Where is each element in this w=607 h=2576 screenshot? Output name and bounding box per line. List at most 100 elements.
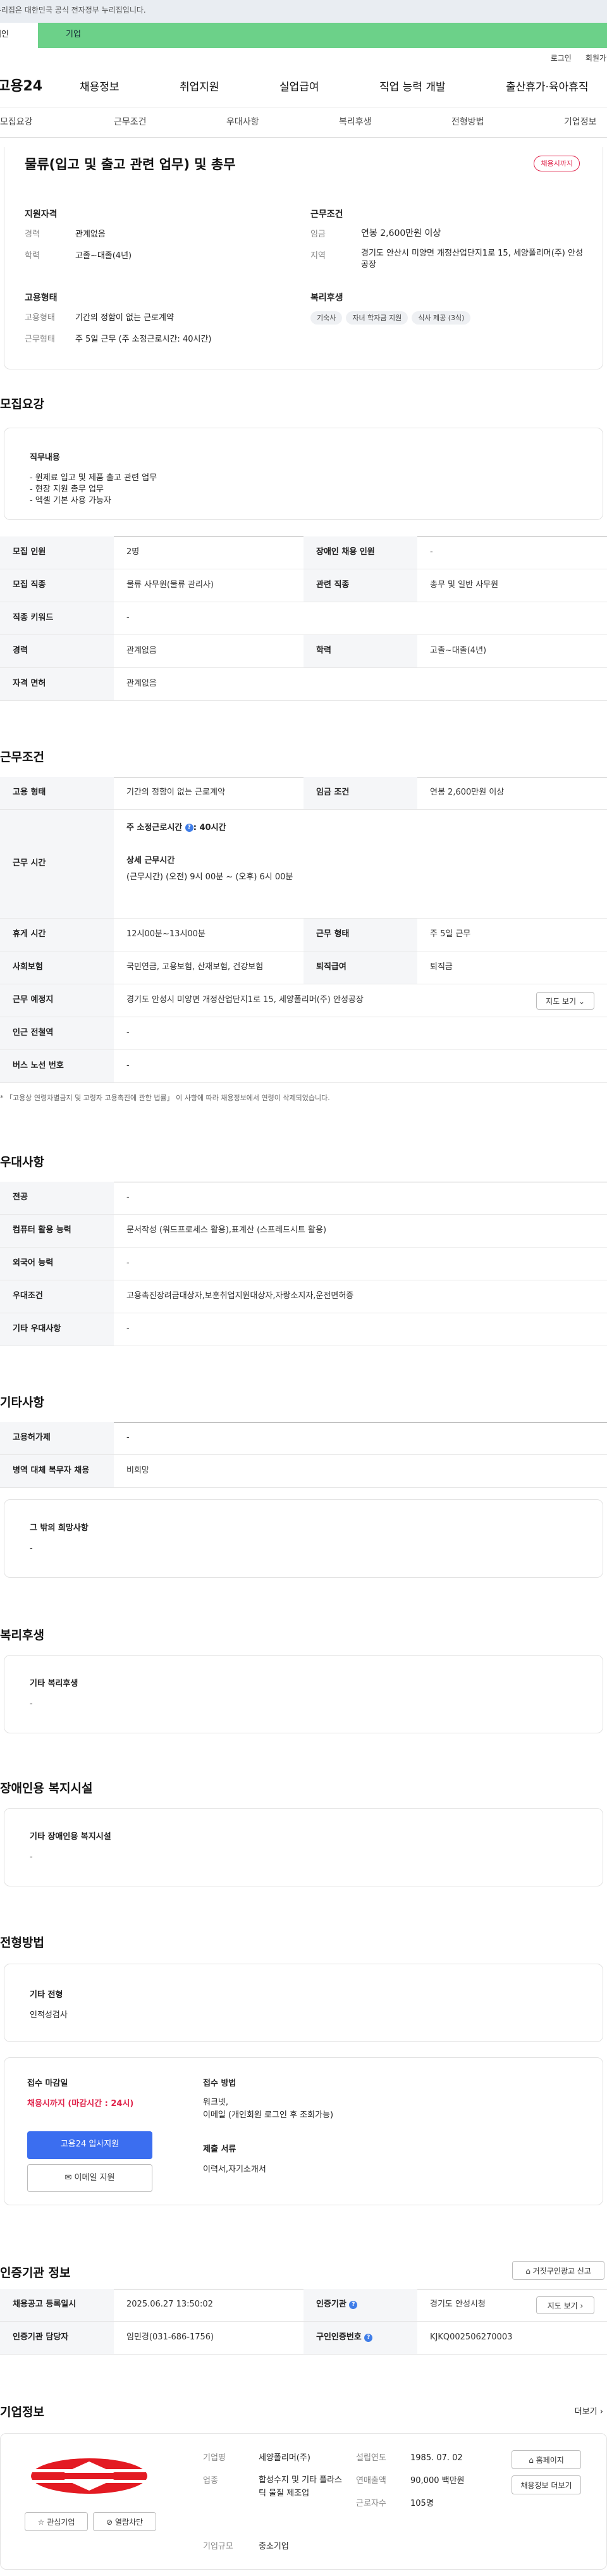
welfare-pill: 식사 제공 (3식) — [412, 311, 471, 325]
tab-process[interactable]: 전형방법 — [451, 116, 484, 129]
email-apply-button[interactable]: ✉ 이메일 지원 — [27, 2164, 152, 2192]
tab-work[interactable]: 근무조건 — [114, 116, 147, 129]
table-row: 직종 키워드 - — [0, 602, 607, 635]
company-scale-label: 기업규모 — [203, 2542, 233, 2551]
company-est: 1985. 07. 02 — [410, 2453, 463, 2463]
company-more-link[interactable]: 더보기 › — [575, 2406, 603, 2418]
block-company-button[interactable]: ⊘ 열람차단 — [93, 2512, 156, 2531]
join-link[interactable]: 회원가입 — [586, 54, 607, 63]
welfare-box-value: - — [30, 1699, 33, 1709]
homepage-button[interactable]: ⌂ 홈페이지 — [512, 2450, 581, 2469]
shift-value: 주 5일 근무 (주 소정근로시간: 40시간) — [75, 335, 212, 344]
welfare-box-title: 기타 복리후생 — [30, 1679, 78, 1688]
method-title: 접수 방법 — [203, 2079, 236, 2088]
row-value: - — [126, 1258, 130, 1268]
work-heading: 근무조건 — [0, 750, 44, 764]
gnb-item-benefit[interactable]: 실업급여 — [279, 80, 319, 96]
form-title: 고용형태 — [25, 293, 58, 303]
gnb-item-training[interactable]: 직업 능력 개발 — [379, 80, 446, 96]
home-icon: ⌂ — [529, 2456, 534, 2465]
company-jobs-button[interactable]: 채용정보 더보기 — [512, 2475, 581, 2494]
gnb-item-leave[interactable]: 출산휴가·육아휴직 — [506, 80, 589, 96]
star-icon: ☆ — [37, 2518, 45, 2527]
table-row: 우대조건 고용촉진장려금대상자,보훈취업지원대상자,자랑소지자,운전면허증 — [0, 1280, 607, 1313]
area-value: 경기도 안산시 미양면 개정산업단지1로 15, 세양폴리머(주) 안성공장 — [361, 249, 583, 270]
row-value: - — [126, 613, 130, 623]
util-links: 로그인 회원가입 — [0, 48, 607, 66]
edu-label: 학력 — [25, 251, 40, 261]
row-value: - — [126, 1433, 130, 1443]
docs-title: 제출 서류 — [203, 2145, 236, 2154]
tab-company[interactable]: 기업정보 — [564, 116, 597, 129]
gnb-item-recruit[interactable]: 채용정보 — [80, 80, 120, 96]
row-label: 인근 전철역 — [0, 1017, 114, 1050]
table-row: 근무 예정지 경기도 안성시 미양면 개정산업단지1로 15, 세양폴리머(주) … — [0, 984, 607, 1017]
welfare-pill: 자녀 학자금 지원 — [346, 311, 408, 325]
area-label: 지역 — [310, 251, 326, 261]
row-label: 버스 노선 번호 — [0, 1050, 114, 1082]
chevron-right-icon: › — [580, 2301, 584, 2310]
row-value: - — [126, 1028, 130, 1038]
job-desc-line: - 현장 지원 총무 업무 — [30, 485, 104, 494]
row-value: - — [126, 1192, 130, 1203]
table-row: 채용공고 등록일시 2025.06.27 13:50:02 인증기관 ? 경기도 안… — [0, 2289, 607, 2322]
row-label: 모집 인원 — [0, 536, 114, 569]
row-value: - — [430, 547, 433, 557]
company-name-label: 기업명 — [203, 2453, 226, 2463]
tab-individual[interactable]: 개인 — [0, 23, 38, 48]
row-value: 총무 및 일반 사무원 — [430, 580, 499, 590]
company-card: ☆ 관심기업 ⊘ 열람차단 기업명 세양폴리머(주) 설립연도 1985. 07… — [0, 2433, 607, 2570]
apply-box: 접수 마감일 채용시까지 (마감시간 : 24시) 고용24 입사지원 ✉ 이메… — [4, 2057, 603, 2205]
table-row: 인증기관 담당자 임민경(031-686-1756) 구인인증번호 ? KJKQ00… — [0, 2322, 607, 2355]
row-label: 관련 직종 — [304, 569, 417, 602]
gnb-item-support[interactable]: 취업지원 — [180, 80, 219, 96]
row-value: 2명 — [126, 547, 140, 557]
info-icon[interactable]: ? — [185, 824, 193, 832]
row-label: 장애인 채용 인원 — [304, 536, 417, 569]
tab-welfare[interactable]: 복리후생 — [339, 116, 372, 129]
tab-pref[interactable]: 우대사항 — [226, 116, 259, 129]
row-label: 병역 대체 복무자 채용 — [0, 1455, 114, 1487]
cert-heading: 인증기관 정보 — [0, 2266, 71, 2280]
career-value: 관계없음 — [75, 230, 106, 239]
login-link[interactable]: 로그인 — [551, 54, 572, 63]
row-label: 외국어 능력 — [0, 1248, 114, 1280]
favorite-company-button[interactable]: ☆ 관심기업 — [25, 2512, 88, 2531]
company-heading: 기업정보 — [0, 2405, 44, 2419]
deadline-value: 채용시까지 (마감시간 : 24시) — [27, 2099, 134, 2108]
welfare-pill: 기숙사 — [310, 311, 343, 325]
welfare-title: 복리후생 — [310, 293, 343, 303]
company-sales: 90,000 백만원 — [410, 2476, 465, 2486]
job-desc-line: - 엑셀 기본 사용 가능자 — [30, 496, 111, 505]
row-value: 국민연금, 고용보험, 산재보험, 건강보험 — [126, 962, 264, 972]
company-biz-label: 업종 — [203, 2476, 218, 2486]
info-icon[interactable]: ? — [364, 2334, 373, 2342]
etc-heading: 기타사항 — [0, 1396, 44, 1409]
company-biz: 합성수지 및 기타 플라스틱 물질 제조업 — [259, 2475, 342, 2498]
row-label: 자격 면허 — [0, 668, 114, 700]
disabled-box-value: - — [30, 1852, 33, 1862]
row-value: 퇴직금 — [430, 962, 453, 972]
report-button[interactable]: ⌂ 거짓구인광고 신고 — [512, 2261, 604, 2280]
chevron-down-icon: ⌄ — [578, 997, 585, 1006]
row-value: - — [126, 1061, 130, 1071]
tab-enterprise[interactable]: 기업 — [38, 23, 607, 48]
cert-map-button[interactable]: 지도 보기 › — [536, 2296, 594, 2314]
map-button[interactable]: 지도 보기 ⌄ — [536, 992, 594, 1010]
home-icon: ⌂ — [525, 2267, 530, 2276]
row-label: 전공 — [0, 1182, 114, 1214]
site-logo[interactable]: 고용24 — [0, 77, 42, 97]
tab-recruit[interactable]: 모집요강 — [0, 116, 33, 129]
row-label: 채용공고 등록일시 — [0, 2289, 114, 2321]
form-label: 고용형태 — [25, 313, 55, 323]
cond-title: 근무조건 — [310, 209, 343, 220]
company-logo — [28, 2458, 150, 2494]
table-row: 모집 인원 2명 장애인 채용 인원 - — [0, 536, 607, 569]
table-row: 병역 대체 복무자 채용 비희망 — [0, 1455, 607, 1488]
mail-icon: ✉ — [64, 2173, 72, 2183]
table-row: 버스 노선 번호 - — [0, 1050, 607, 1083]
info-icon[interactable]: ? — [349, 2301, 358, 2309]
etc-box-value: - — [30, 1544, 33, 1553]
apply-button[interactable]: 고용24 입사지원 — [27, 2131, 152, 2159]
row-label: 모집 직종 — [0, 569, 114, 602]
